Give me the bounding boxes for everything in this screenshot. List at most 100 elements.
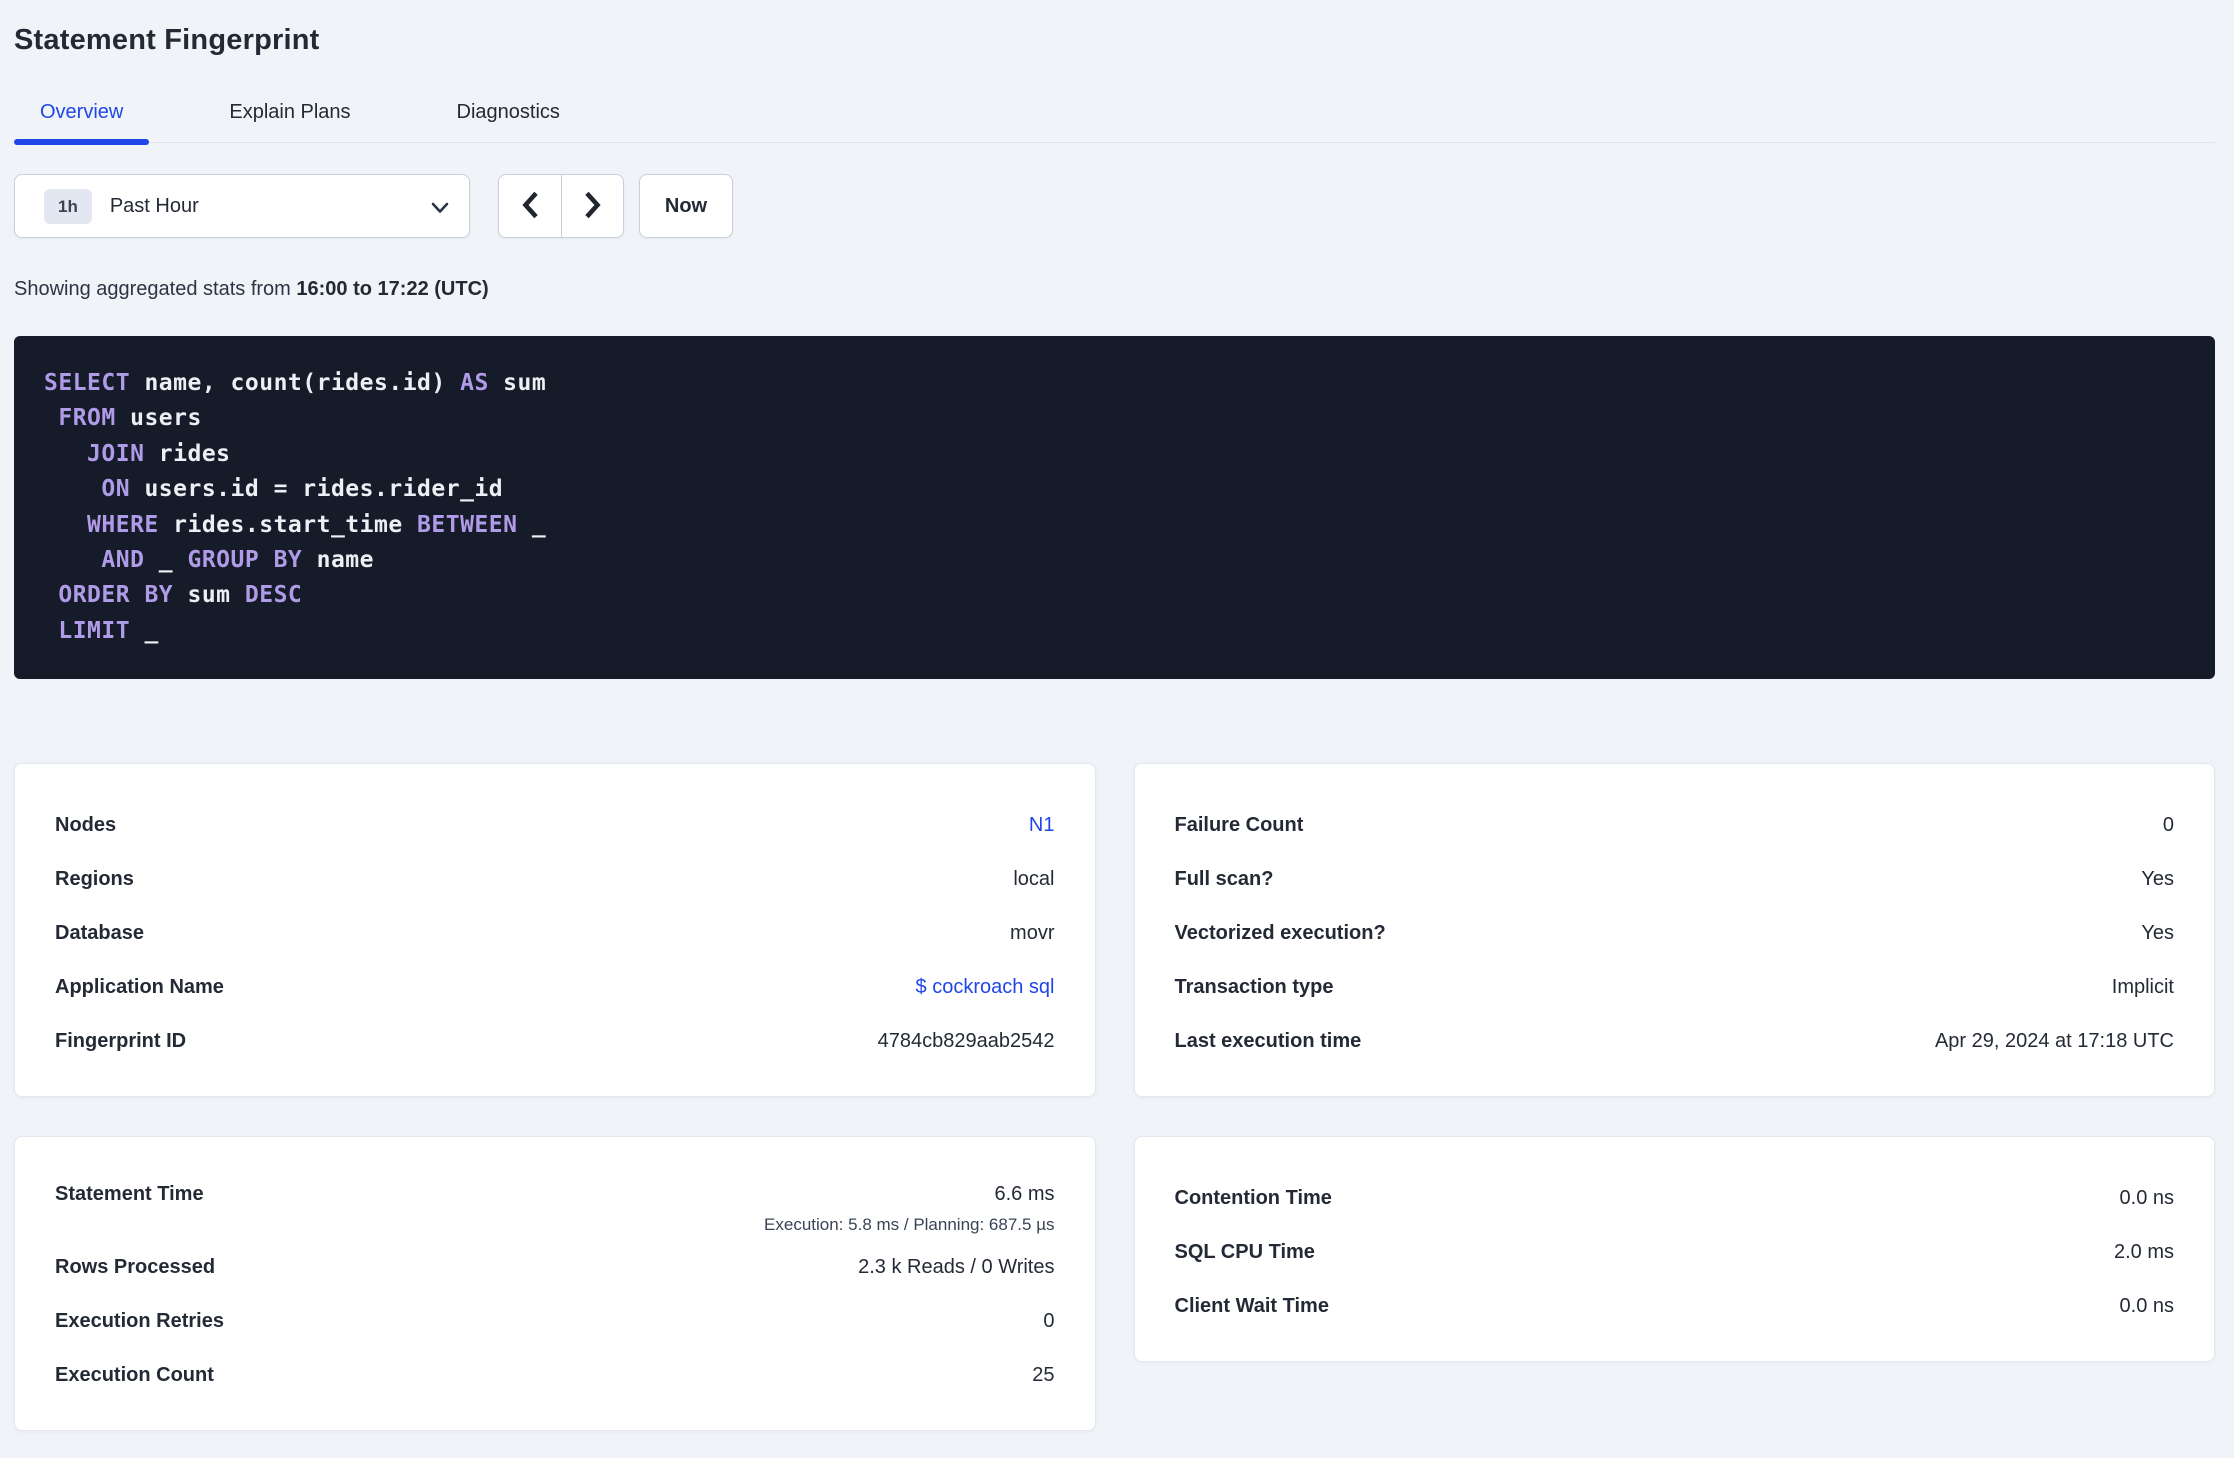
sql-line: ORDER BY sum DESC xyxy=(44,578,2185,613)
info-value: Apr 29, 2024 at 17:18 UTC xyxy=(1934,1029,2174,1052)
info-label: Transaction type xyxy=(1174,975,1334,998)
sql-keyword: WHERE xyxy=(87,511,159,538)
info-value: 0 xyxy=(2162,813,2174,836)
sql-text: users.id = rides.rider_id xyxy=(130,476,504,503)
info-value: 25 xyxy=(1032,1363,1055,1386)
sql-line: ON users.id = rides.rider_id xyxy=(44,472,2185,507)
info-label: SQL CPU Time xyxy=(1174,1240,1315,1263)
sql-keyword: GROUP BY xyxy=(187,547,303,574)
aggregated-stats-prefix: Showing aggregated stats from xyxy=(14,278,297,300)
tab-overview[interactable]: Overview xyxy=(14,101,150,145)
info-label: Vectorized execution? xyxy=(1174,921,1386,944)
info-row: Fingerprint ID 4784cb829aab2542 xyxy=(55,1014,1055,1068)
info-value-wrap: local xyxy=(1013,868,1054,891)
info-label: Execution Retries xyxy=(55,1309,224,1332)
info-value: movr xyxy=(1010,921,1055,944)
info-value-wrap: Implicit xyxy=(2112,976,2174,999)
info-value-wrap: N1 xyxy=(1029,814,1055,837)
tab-diagnostics[interactable]: Diagnostics xyxy=(431,101,586,142)
info-value-wrap: 25 xyxy=(1032,1364,1054,1387)
page-title: Statement Fingerprint xyxy=(14,24,320,56)
info-value-wrap: 0.0 ns xyxy=(2120,1295,2174,1318)
card-statement-stats: Statement Time 6.6 ms Execution: 5.8 ms / … xyxy=(14,1136,1096,1432)
info-label: Execution Count xyxy=(55,1363,214,1386)
sql-line: SELECT name, count(rides.id) AS sum xyxy=(44,366,2185,401)
info-value-wrap: Yes xyxy=(2141,922,2174,945)
chevron-left-icon xyxy=(519,190,541,223)
info-value: 2.3 k Reads / 0 Writes xyxy=(858,1255,1055,1278)
info-row: Rows Processed 2.3 k Reads / 0 Writes xyxy=(55,1240,1055,1294)
sql-text: sum xyxy=(488,370,547,396)
info-value-wrap: 2.3 k Reads / 0 Writes xyxy=(858,1256,1054,1279)
card-identity: Nodes N1 Regions local Database movr Applicati… xyxy=(14,763,1096,1098)
time-controls: 1h Past Hour Now xyxy=(14,174,2215,238)
info-row: Contention Time 0.0 ns xyxy=(1175,1171,2175,1225)
sql-line: AND _ GROUP BY name xyxy=(44,543,2185,578)
aggregated-stats-text: Showing aggregated stats from 16:00 to 1… xyxy=(14,278,2215,301)
info-value-wrap: 0 xyxy=(2163,814,2174,837)
sql-text: rides.start_time xyxy=(158,511,418,538)
info-value: Implicit xyxy=(2111,975,2174,998)
sql-keyword: AND xyxy=(101,547,145,574)
info-label: Regions xyxy=(55,867,134,890)
sql-keyword: BETWEEN xyxy=(417,511,518,538)
next-time-button[interactable] xyxy=(561,175,623,237)
info-row: Last execution time Apr 29, 2024 at 17:18… xyxy=(1175,1014,2175,1068)
info-value: 0.0 ns xyxy=(2119,1186,2174,1209)
sql-keyword: DESC xyxy=(244,582,303,609)
info-row: Transaction type Implicit xyxy=(1175,960,2175,1014)
info-value: 6.6 ms xyxy=(994,1183,1055,1206)
info-row: Full scan? Yes xyxy=(1175,852,2175,906)
time-interval-picker[interactable]: 1h Past Hour xyxy=(14,174,470,238)
time-interval-badge: 1h xyxy=(44,188,92,224)
sql-line: WHERE rides.start_time BETWEEN _ xyxy=(44,508,2185,543)
info-value-link[interactable]: N1 xyxy=(1029,814,1055,837)
summary-cards: Nodes N1 Regions local Database movr Applicati… xyxy=(14,763,2215,1432)
info-row: Application Name $ cockroach sql xyxy=(55,960,1055,1014)
chevron-down-icon xyxy=(431,201,449,219)
sql-keyword: AS xyxy=(460,370,489,396)
sql-line: JOIN rides xyxy=(44,437,2185,472)
info-value-wrap: 4784cb829aab2542 xyxy=(878,1030,1055,1053)
info-value-wrap: movr xyxy=(1010,922,1054,945)
info-label: Fingerprint ID xyxy=(55,1029,187,1052)
aggregated-stats-range: 16:00 to 17:22 (UTC) xyxy=(296,278,489,300)
info-value-link[interactable]: $ cockroach sql xyxy=(916,976,1055,999)
sql-text: users xyxy=(115,405,202,432)
sql-statement-box: SELECT name, count(rides.id) AS sum FROM… xyxy=(14,336,2215,680)
card-time-stats: Contention Time 0.0 ns SQL CPU Time 2.0 ms C… xyxy=(1133,1136,2215,1363)
info-value: local xyxy=(1013,867,1055,890)
info-value: 2.0 ms xyxy=(2113,1240,2174,1263)
info-value-wrap: Apr 29, 2024 at 17:18 UTC xyxy=(1935,1030,2174,1053)
info-label: Client Wait Time xyxy=(1174,1294,1329,1317)
info-value-wrap: 0.0 ns xyxy=(2120,1187,2174,1210)
info-label: Statement Time xyxy=(55,1183,204,1206)
info-subvalue: Execution: 5.8 ms / Planning: 687.5 µs xyxy=(764,1215,1055,1235)
info-value-wrap: 6.6 ms Execution: 5.8 ms / Planning: 687.… xyxy=(764,1183,1054,1235)
info-row: Database movr xyxy=(55,906,1055,960)
info-row: Statement Time 6.6 ms Execution: 5.8 ms / … xyxy=(55,1171,1055,1240)
info-value-wrap: $ cockroach sql xyxy=(916,976,1055,999)
tab-explain-plans[interactable]: Explain Plans xyxy=(203,101,376,142)
sql-keyword: ON xyxy=(101,476,131,503)
info-row: Nodes N1 xyxy=(55,798,1055,852)
info-label: Rows Processed xyxy=(55,1255,216,1278)
info-row: SQL CPU Time 2.0 ms xyxy=(1175,1225,2175,1279)
info-label: Nodes xyxy=(55,813,117,836)
prev-time-button[interactable] xyxy=(499,175,561,237)
info-value-wrap: 0 xyxy=(1043,1310,1054,1333)
info-row: Regions local xyxy=(55,852,1055,906)
tab-bar: Overview Explain Plans Diagnostics xyxy=(14,101,2215,145)
sql-keyword: JOIN xyxy=(87,440,145,467)
info-value: 0.0 ns xyxy=(2119,1294,2174,1317)
info-row: Vectorized execution? Yes xyxy=(1175,906,2175,960)
time-interval-label: Past Hour xyxy=(109,194,199,217)
chevron-right-icon xyxy=(582,190,604,223)
now-button[interactable]: Now xyxy=(639,174,733,238)
info-label: Failure Count xyxy=(1174,813,1304,836)
info-label: Last execution time xyxy=(1174,1029,1362,1052)
